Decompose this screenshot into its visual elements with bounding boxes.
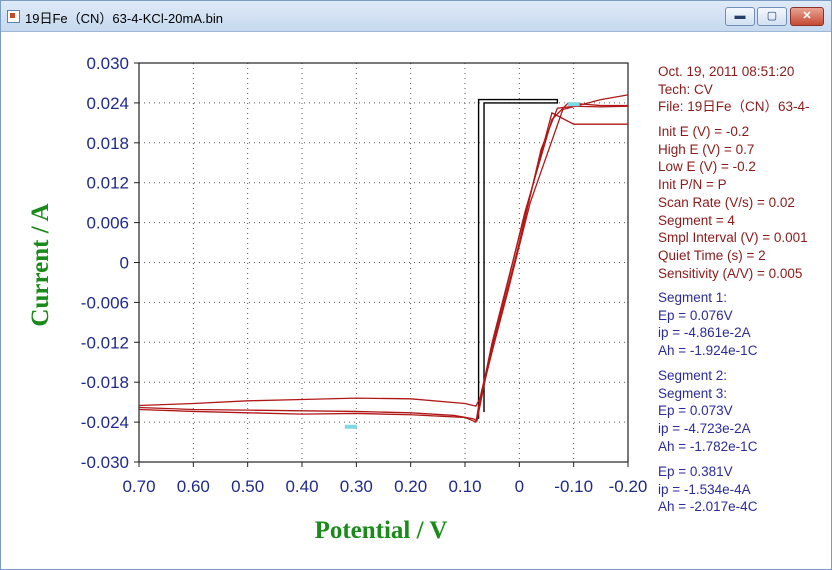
y-tick-label: -0.030: [81, 453, 129, 472]
x-tick-label: 0.50: [231, 477, 264, 496]
window-title: 19日Fe（CN）63-4-KCl-20mA.bin: [25, 11, 223, 26]
param-scan-rate: Scan Rate (V/s) = 0.02: [658, 194, 795, 210]
y-tick-label: -0.018: [81, 373, 129, 392]
y-tick-label: -0.024: [81, 413, 129, 432]
seg3-ah: Ah = -1.782e-1C: [658, 438, 758, 454]
x-tick-label: -0.10: [554, 477, 593, 496]
param-sensitivity: Sensitivity (A/V) = 0.005: [658, 265, 803, 281]
y-tick-label: 0: [120, 254, 129, 273]
x-tick-label: 0.10: [448, 477, 481, 496]
seg3-ep: Ep = 0.073V: [658, 403, 733, 419]
restore-button[interactable]: ▢: [757, 7, 787, 26]
info-header: Oct. 19, 2011 08:51:20 Tech: CV File: 19…: [658, 63, 810, 116]
seg3-label: Segment 3:: [658, 385, 728, 401]
param-init-e: Init E (V) = -0.2: [658, 124, 750, 139]
seg4-ah: Ah = -2.017e-4C: [658, 499, 758, 515]
y-tick-label: -0.012: [81, 333, 129, 352]
info-seg4: Ep = 0.381V ip = -1.534e-4A Ah = -2.017e…: [658, 463, 757, 516]
cv-series-1: [138, 94, 629, 422]
seg3-ip: ip = -4.723e-2A: [658, 421, 751, 437]
info-seg23: Segment 2: Segment 3: Ep = 0.073V ip = -…: [658, 367, 757, 456]
minimize-button[interactable]: ▬: [725, 7, 755, 26]
param-quiet-time: Quiet Time (s) = 2: [658, 247, 766, 263]
x-axis-title: Potential / V: [314, 517, 448, 544]
param-high-e: High E (V) = 0.7: [658, 141, 755, 157]
x-tick-label: 0: [515, 477, 524, 496]
baseline-series: [477, 98, 559, 419]
app-window: 19日Fe（CN）63-4-KCl-20mA.bin ▬ ▢ ✕ 0.70 0.6…: [0, 0, 832, 570]
param-segment: Segment = 4: [658, 212, 735, 228]
x-tick-label: 0.30: [340, 477, 373, 496]
param-init-pn: Init P/N = P: [658, 177, 727, 193]
y-tick-label: 0.024: [86, 94, 129, 113]
info-date: Oct. 19, 2011 08:51:20: [658, 64, 795, 79]
seg4-ip: ip = -1.534e-4A: [658, 481, 751, 497]
x-tick-label: 0.60: [177, 477, 210, 496]
y-tick-label: 0.006: [86, 214, 129, 233]
x-tick-label: 0.70: [122, 477, 155, 496]
peak-marker: [567, 102, 580, 107]
y-tick-label: 0.018: [86, 134, 129, 153]
cv-series-2: [138, 105, 629, 407]
info-params: Init E (V) = -0.2 High E (V) = 0.7 Low E…: [658, 123, 808, 282]
info-seg1: Segment 1: Ep = 0.076V ip = -4.861e-2A A…: [658, 289, 757, 360]
y-tick-label: 0.012: [86, 174, 129, 193]
param-smpl-interval: Smpl Interval (V) = 0.001: [658, 230, 808, 246]
seg2-label: Segment 2:: [658, 368, 728, 383]
peak-marker: [344, 424, 357, 429]
x-tick-label: -0.20: [609, 477, 648, 496]
close-button[interactable]: ✕: [790, 7, 824, 26]
seg1-label: Segment 1:: [658, 290, 728, 305]
cv-series-4: [476, 111, 628, 413]
y-axis-title: Current / A: [27, 203, 54, 327]
seg1-ah: Ah = -1.924e-1C: [658, 343, 758, 359]
param-low-e: Low E (V) = -0.2: [658, 159, 756, 175]
seg4-ep: Ep = 0.381V: [658, 464, 733, 479]
title-bar[interactable]: 19日Fe（CN）63-4-KCl-20mA.bin ▬ ▢ ✕: [1, 1, 831, 32]
app-icon: [7, 10, 20, 23]
info-file: File: 19日Fe（CN）63-4-: [658, 99, 810, 115]
info-tech: Tech: CV: [658, 81, 713, 97]
y-tick-label: 0.030: [86, 54, 129, 73]
x-tick-label: 0.40: [285, 477, 318, 496]
y-tick-label: -0.006: [81, 293, 129, 312]
seg1-ep: Ep = 0.076V: [658, 307, 733, 323]
x-tick-label: 0.20: [394, 477, 427, 496]
seg1-ip: ip = -4.861e-2A: [658, 325, 751, 341]
